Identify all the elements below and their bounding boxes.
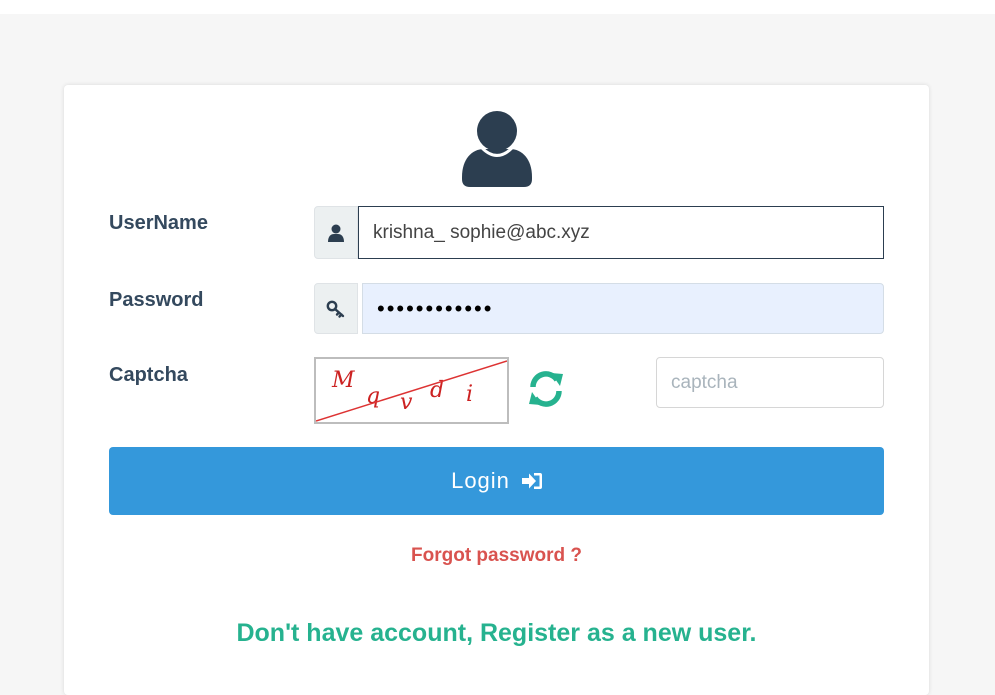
- top-strip: [0, 0, 995, 14]
- password-input[interactable]: ••••••••••••: [362, 283, 884, 334]
- captcha-image: M q v d i: [314, 357, 509, 424]
- username-label: UserName: [109, 212, 208, 234]
- password-value: ••••••••••••: [377, 295, 494, 321]
- password-label: Password: [109, 289, 204, 311]
- forgot-password-link[interactable]: Forgot password ?: [64, 545, 929, 567]
- captcha-char: M: [331, 368, 355, 393]
- register-link[interactable]: Don't have account, Register as a new us…: [64, 619, 929, 648]
- login-label: Login: [451, 468, 510, 493]
- password-addon: [314, 283, 358, 334]
- captcha-label: Captcha: [109, 364, 188, 386]
- username-input[interactable]: [358, 206, 884, 259]
- login-card: UserName Password •••••••••••• Captcha M…: [64, 85, 929, 695]
- user-icon: [328, 224, 344, 242]
- login-button[interactable]: Login: [109, 447, 884, 515]
- refresh-captcha-icon[interactable]: [527, 370, 565, 408]
- sign-in-icon: [521, 473, 542, 489]
- avatar-user-icon: [462, 111, 532, 187]
- username-addon: [314, 206, 358, 259]
- key-icon: [326, 300, 345, 318]
- captcha-char: i: [466, 382, 473, 407]
- captcha-input[interactable]: [656, 357, 884, 408]
